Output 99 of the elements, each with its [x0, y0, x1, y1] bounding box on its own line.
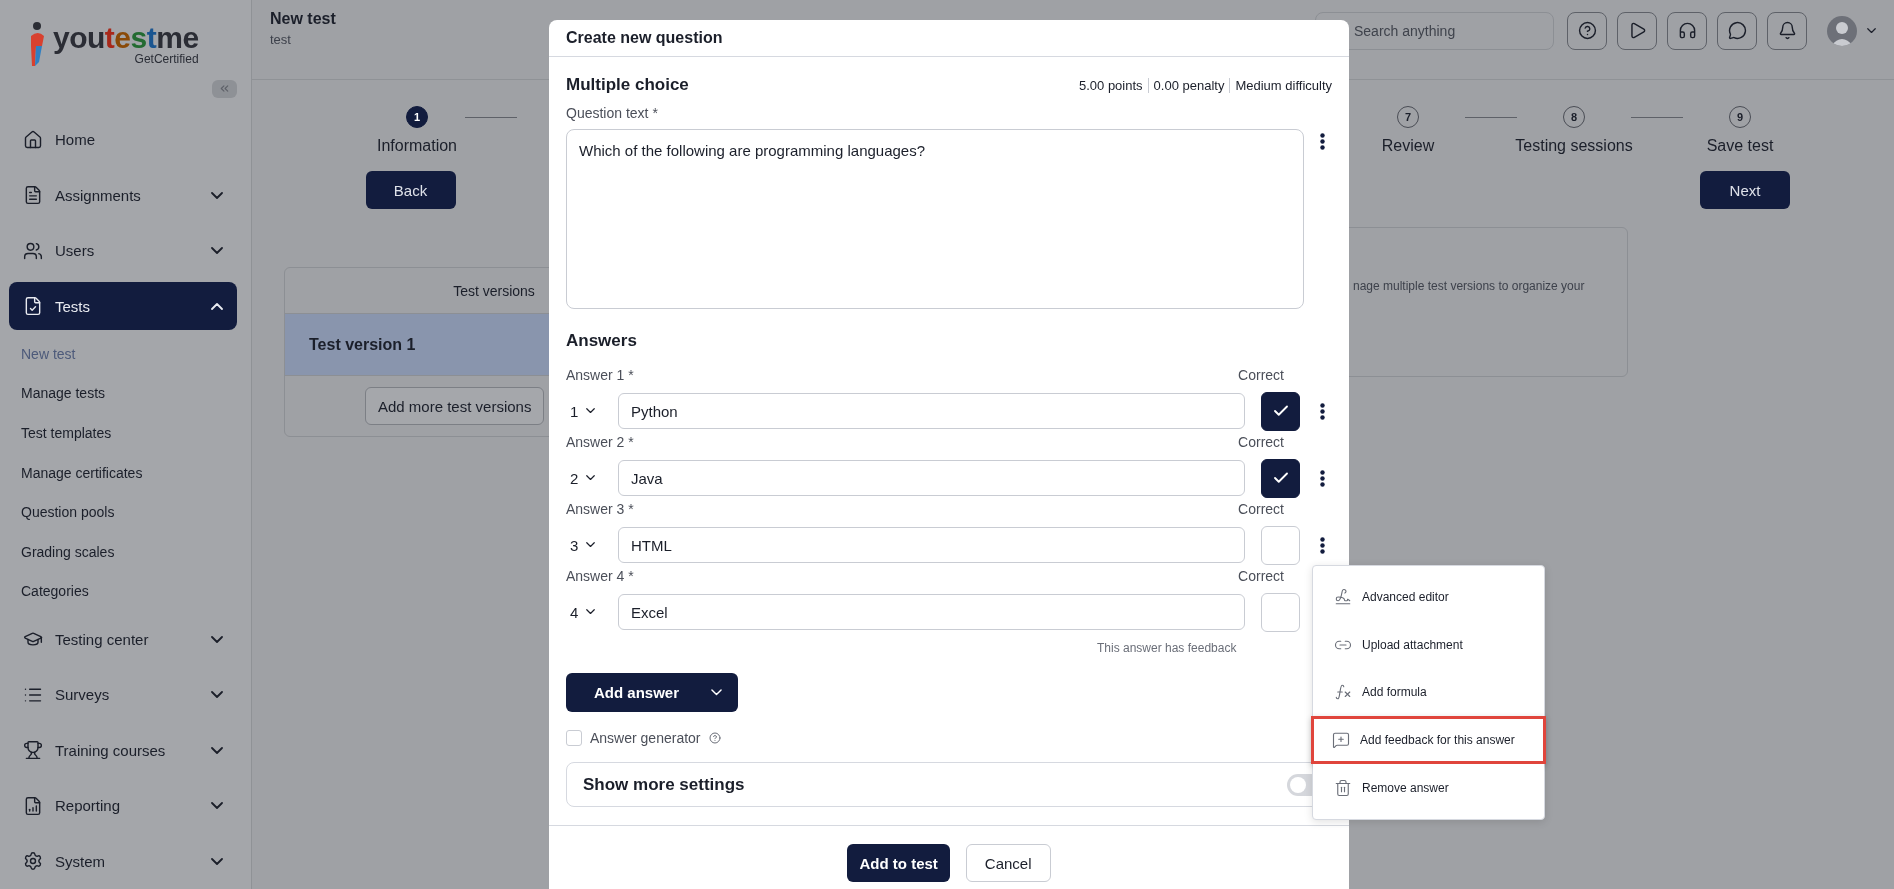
sidebar-subitem[interactable]: Test templates [9, 413, 237, 453]
menu-item[interactable]: Upload attachment [1313, 620, 1544, 669]
logo-tagline: GetCertified [134, 52, 199, 66]
headphones-button[interactable] [1667, 11, 1707, 50]
pen-icon [1334, 587, 1352, 606]
users-icon [23, 240, 43, 261]
sidebar-item[interactable]: Testing center [9, 615, 237, 663]
add-to-test-button[interactable]: Add to test [847, 844, 950, 882]
checklist-icon [23, 296, 43, 317]
chevron-down-icon [586, 542, 596, 548]
chart-document-icon [23, 795, 43, 816]
back-button[interactable]: Back [365, 171, 456, 209]
answer-field[interactable]: HTML [617, 527, 1246, 563]
question-meta: 0.00 penalty [1147, 77, 1230, 93]
menu-item[interactable]: Add feedback for this answer [1311, 716, 1546, 765]
sidebar-item[interactable]: Training courses [9, 726, 237, 774]
chevron-down-icon [586, 609, 596, 615]
avatar[interactable] [1827, 15, 1857, 46]
field-label: Question text * [566, 105, 659, 121]
question-meta: Medium difficulty [1229, 77, 1332, 93]
help-button[interactable] [1567, 11, 1607, 50]
step-label: Testing sessions [1515, 137, 1633, 155]
answer-field[interactable]: Excel [617, 594, 1246, 630]
sidebar-item[interactable]: Tests [9, 282, 237, 330]
sidebar-item[interactable]: Assignments [9, 171, 237, 219]
feedback-note: This answer has feedback [1097, 641, 1237, 655]
answer-field[interactable]: Java [617, 460, 1246, 496]
sidebar-subitem[interactable]: Manage certificates [9, 452, 237, 493]
kebab-icon [1319, 469, 1325, 487]
page-title: New test [270, 10, 336, 28]
page-subtitle: test [270, 32, 291, 47]
chevron-down-icon [711, 689, 722, 696]
sidebar-item[interactable]: Reporting [9, 781, 237, 830]
chat-icon [1727, 21, 1747, 40]
question-meta: 5.00 points [1077, 77, 1144, 93]
sidebar-subitem[interactable]: Categories [9, 571, 237, 612]
help-icon [708, 732, 721, 744]
play-button[interactable] [1617, 11, 1657, 50]
headphones-icon [1677, 21, 1697, 40]
field-label: Answer 4 * [566, 568, 634, 586]
add-answer-button[interactable]: Add answer [566, 673, 738, 712]
next-button[interactable]: Next [1700, 171, 1790, 209]
cancel-button[interactable]: Cancel [965, 844, 1051, 882]
add-versions-button[interactable]: Add more test versions [365, 387, 545, 425]
sidebar-item[interactable]: System [9, 837, 237, 885]
search-field[interactable]: Search anything [1315, 11, 1554, 50]
field-label: Answer 3 * [566, 501, 634, 519]
answers-heading: Answers [566, 331, 638, 351]
order-select[interactable]: 4 [566, 595, 612, 629]
step-number: 1 [406, 106, 428, 128]
bell-button[interactable] [1767, 11, 1807, 50]
question-field[interactable]: Which of the following are programming languages? [566, 129, 1304, 309]
correct-label: Correct [1238, 434, 1284, 452]
dialog-title: Create new question [549, 20, 1349, 57]
field-label: Answer 2 * [566, 434, 634, 452]
settings-icon [23, 851, 43, 872]
bell-icon [1777, 21, 1797, 40]
sidebar-item[interactable]: Users [9, 226, 237, 275]
menu-item[interactable]: Advanced editor [1313, 573, 1544, 621]
logo-wordmark: youtestme [53, 22, 199, 54]
correct-checkbox[interactable] [1261, 458, 1301, 498]
answer-field[interactable]: Python [617, 393, 1246, 429]
sidebar-item[interactable]: Surveys [9, 670, 237, 719]
correct-label: Correct [1238, 568, 1284, 586]
sidebar-subitem[interactable]: Grading scales [9, 532, 237, 572]
menu-item[interactable]: Add formula [1313, 668, 1544, 717]
kebab-icon [1319, 536, 1325, 554]
generator-label: Answer generator [590, 730, 701, 746]
order-select[interactable]: 1 [566, 394, 612, 428]
settings-label: Show more settings [583, 774, 745, 795]
chevron-down-icon [1867, 27, 1876, 34]
comment-plus-icon [1332, 731, 1350, 750]
step-label: Save test [1706, 137, 1774, 155]
correct-label: Correct [1238, 501, 1284, 519]
step-label: Review [1381, 137, 1435, 155]
chevron-down-icon [586, 408, 596, 414]
function-icon [1334, 683, 1352, 702]
chevron-down-icon [586, 475, 596, 481]
info-text: nage multiple test versions to organize your [1353, 279, 1585, 293]
correct-checkbox[interactable] [1261, 391, 1301, 431]
document-icon [23, 185, 43, 206]
order-select[interactable]: 2 [566, 461, 612, 495]
question-type: Multiple choice [566, 75, 689, 95]
kebab-icon [1319, 132, 1325, 150]
trophy-icon [23, 740, 43, 761]
order-select[interactable]: 3 [566, 528, 612, 562]
help-icon [1577, 21, 1597, 40]
logo-icon [29, 22, 47, 68]
step-label: Information [376, 137, 457, 155]
trash-icon [1334, 779, 1352, 798]
sidebar-subitem[interactable]: Manage tests [9, 373, 237, 414]
sidebar-item[interactable]: Home [9, 115, 237, 164]
chat-button[interactable] [1717, 11, 1757, 50]
kebab-icon [1319, 402, 1325, 420]
home-icon [23, 129, 43, 150]
correct-label: Correct [1238, 367, 1284, 385]
menu-item[interactable]: Remove answer [1313, 764, 1544, 812]
generator-checkbox[interactable] [566, 730, 582, 746]
sidebar-subitem[interactable]: Question pools [9, 492, 237, 533]
